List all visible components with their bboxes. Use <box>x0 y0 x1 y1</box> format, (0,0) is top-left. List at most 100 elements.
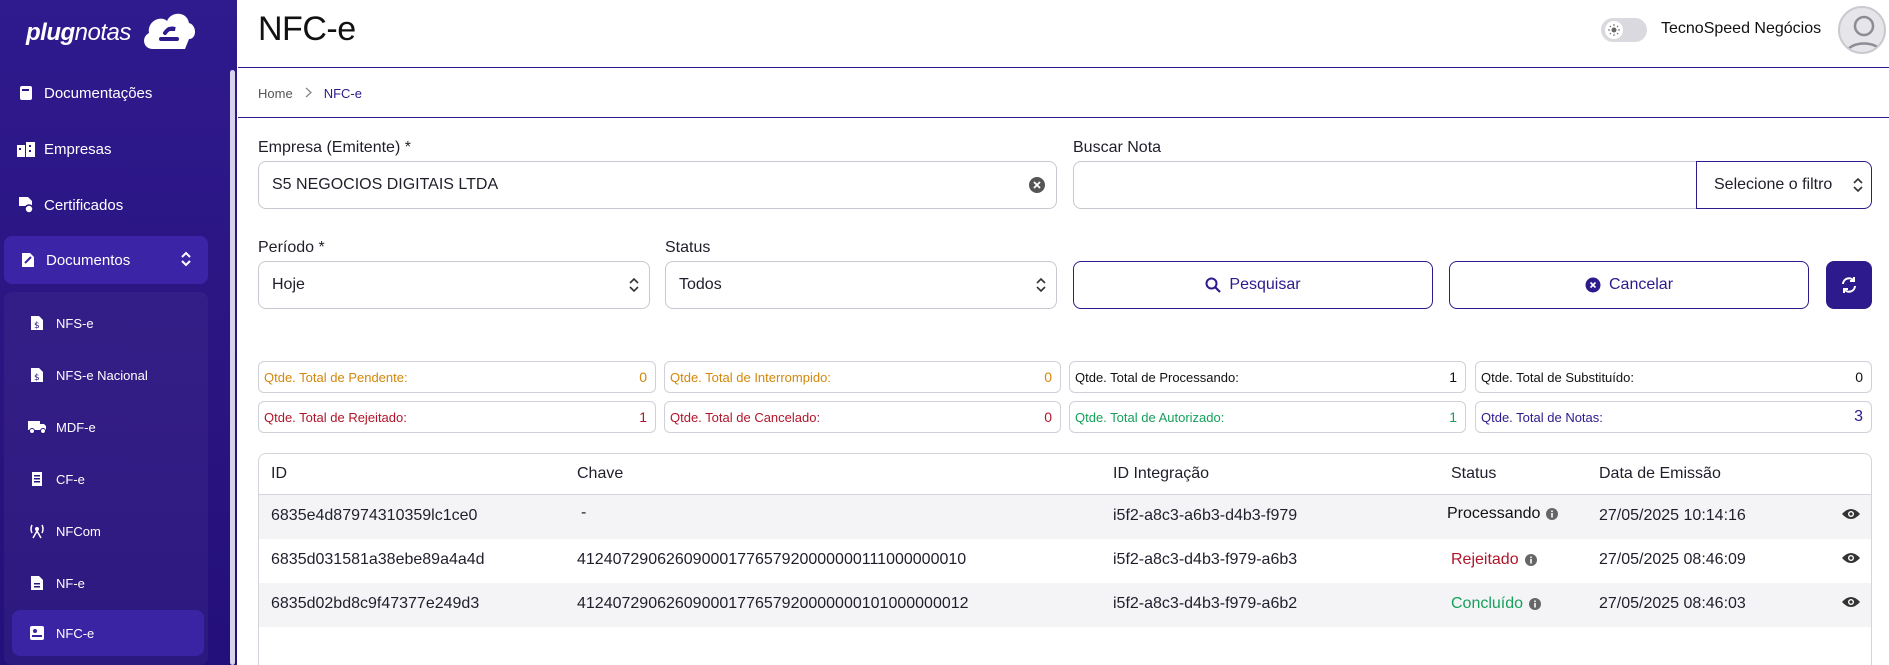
stat-value: 1 <box>1449 369 1457 385</box>
sidebar-item-nfcom[interactable]: NFCom <box>12 508 204 554</box>
table-row[interactable]: 6835d031581a38ebe89a4a4d 412407290626090… <box>259 539 1871 583</box>
stat-value: 0 <box>1855 369 1863 385</box>
sidebar-item-nfc-e[interactable]: NFC-e <box>12 610 204 656</box>
periodo-select[interactable]: Hoje <box>258 261 650 309</box>
sidebar-item-cf-e[interactable]: CF-e <box>12 456 204 502</box>
stat-label: Qtde. Total de Cancelado: <box>670 409 821 425</box>
cell-id: 6835e4d87974310359lc1ce0 <box>271 507 478 524</box>
sidebar-item-label: NFC-e <box>56 625 95 641</box>
cell-id: 6835d031581a38ebe89a4a4d <box>271 551 485 568</box>
stat-cancelado: Qtde. Total de Cancelado: 0 <box>664 401 1061 433</box>
cell-data-emissao: 27/05/2025 08:46:09 <box>1599 551 1746 568</box>
sidebar-item-label: NFCom <box>56 523 101 539</box>
pesquisar-label: Pesquisar <box>1229 276 1301 293</box>
table-header: ID Chave ID Integração Status Data de Em… <box>259 454 1871 495</box>
chevron-updown-icon <box>1853 176 1863 199</box>
buscar-input[interactable] <box>1073 161 1698 209</box>
cell-data-emissao: 27/05/2025 08:46:03 <box>1599 595 1746 612</box>
sidebar-item-documentacoes[interactable]: Documentações <box>0 70 208 116</box>
notes-table: ID Chave ID Integração Status Data de Em… <box>258 453 1872 665</box>
documents-icon <box>18 250 38 270</box>
filtro-select[interactable]: Selecione o filtro <box>1696 161 1872 209</box>
filtro-value: Selecione o filtro <box>1714 176 1833 193</box>
svg-text:$: $ <box>34 373 40 383</box>
status-text: Concluído <box>1451 595 1524 612</box>
cell-id-integracao: i5f2-a8c3-d4b3-f979-a6b2 <box>1113 595 1298 612</box>
sidebar-group-label: Documentos <box>46 251 131 269</box>
receipt-icon <box>28 470 46 488</box>
cancelar-label: Cancelar <box>1608 276 1674 293</box>
breadcrumb-home[interactable]: Home <box>258 86 293 101</box>
sidebar-item-label: MDF-e <box>56 419 96 435</box>
column-header-chave[interactable]: Chave <box>577 465 623 483</box>
cancel-icon <box>1585 277 1601 293</box>
sidebar-item-label: NFS-e <box>56 315 94 331</box>
stat-autorizado: Qtde. Total de Autorizado: 1 <box>1069 401 1466 433</box>
breadcrumb-current: NFC-e <box>323 85 362 101</box>
stat-value: 0 <box>639 369 647 385</box>
book-icon <box>16 83 36 103</box>
brand-logo[interactable]: plugnotas <box>26 8 197 58</box>
refresh-button[interactable] <box>1826 261 1872 309</box>
eye-icon[interactable] <box>1841 551 1861 570</box>
column-header-id[interactable]: ID <box>271 465 287 483</box>
column-header-data-emissao[interactable]: Data de Emissão <box>1599 465 1721 483</box>
avatar[interactable] <box>1838 6 1886 54</box>
info-icon[interactable] <box>1529 598 1542 610</box>
stat-value: 0 <box>1044 369 1052 385</box>
empresa-select[interactable]: S5 NEGOCIOS DIGITAIS LTDA <box>258 161 1057 209</box>
cell-status: Processando <box>1447 505 1559 523</box>
id-card-icon <box>28 624 46 642</box>
pesquisar-button[interactable]: Pesquisar <box>1073 261 1433 309</box>
stat-label: Qtde. Total de Processando: <box>1075 369 1239 385</box>
sidebar-item-mdf-e[interactable]: MDF-e <box>12 404 204 450</box>
chevron-updown-icon[interactable] <box>180 250 192 272</box>
empresa-value: S5 NEGOCIOS DIGITAIS LTDA <box>272 176 499 193</box>
stat-total-notas: Qtde. Total de Notas: 3 <box>1475 401 1872 433</box>
sidebar-item-label: NF-e <box>56 575 85 591</box>
sidebar-item-empresas[interactable]: Empresas <box>0 126 208 172</box>
column-header-id-integracao[interactable]: ID Integração <box>1113 465 1209 483</box>
dollar-document-icon: $ <box>28 366 46 384</box>
status-text: Rejeitado <box>1451 551 1519 568</box>
page-title: NFC-e <box>258 10 356 48</box>
info-icon[interactable] <box>1546 508 1559 520</box>
clear-icon[interactable] <box>1028 176 1046 199</box>
sidebar-item-label: NFS-e Nacional <box>56 367 148 383</box>
sidebar-item-nfs-e[interactable]: $ NFS-e <box>12 300 204 346</box>
status-label: Status <box>665 239 711 256</box>
antenna-icon <box>28 522 46 540</box>
column-header-status[interactable]: Status <box>1451 465 1496 483</box>
cell-data-emissao: 27/05/2025 10:14:16 <box>1599 507 1746 524</box>
sidebar-item-nf-e[interactable]: NF-e <box>12 560 204 606</box>
buscar-label: Buscar Nota <box>1073 139 1162 156</box>
info-icon[interactable] <box>1524 554 1537 566</box>
eye-icon[interactable] <box>1841 595 1861 614</box>
stat-substituido: Qtde. Total de Substituído: 0 <box>1475 361 1872 393</box>
sun-icon <box>1605 21 1623 39</box>
stat-interrompido: Qtde. Total de Interrompido: 0 <box>664 361 1061 393</box>
periodo-value: Hoje <box>272 276 305 293</box>
account-name[interactable]: TecnoSpeed Negócios <box>1661 20 1821 38</box>
sidebar-item-label: Empresas <box>44 140 112 158</box>
dollar-document-icon: $ <box>28 314 46 332</box>
certificate-icon <box>16 195 36 215</box>
stat-rejeitado: Qtde. Total de Rejeitado: 1 <box>258 401 656 433</box>
cell-chave: - <box>581 504 587 521</box>
stat-label: Qtde. Total de Notas: <box>1481 409 1603 425</box>
sidebar-item-label: Documentações <box>44 84 153 102</box>
eye-icon[interactable] <box>1841 507 1861 526</box>
sidebar-item-nfs-e-nacional[interactable]: $ NFS-e Nacional <box>12 352 204 398</box>
sidebar: plugnotas Documentações Empresas Certifi… <box>0 0 237 665</box>
table-row[interactable]: 6835e4d87974310359lc1ce0 - i5f2-a8c3-a6b… <box>259 495 1871 539</box>
stat-label: Qtde. Total de Interrompido: <box>670 369 831 385</box>
cancelar-button[interactable]: Cancelar <box>1449 261 1809 309</box>
status-select[interactable]: Todos <box>665 261 1057 309</box>
cell-status: Concluído <box>1451 595 1542 613</box>
theme-toggle[interactable] <box>1601 18 1647 42</box>
table-row[interactable]: 6835d02bd8c9f47377e249d3 412407290626090… <box>259 583 1871 627</box>
sidebar-scrollbar[interactable] <box>230 70 235 665</box>
sidebar-group-documentos[interactable]: Documentos <box>4 236 208 284</box>
cell-id-integracao: i5f2-a8c3-a6b3-d4b3-f979 <box>1113 507 1298 524</box>
sidebar-item-certificados[interactable]: Certificados <box>0 182 208 228</box>
